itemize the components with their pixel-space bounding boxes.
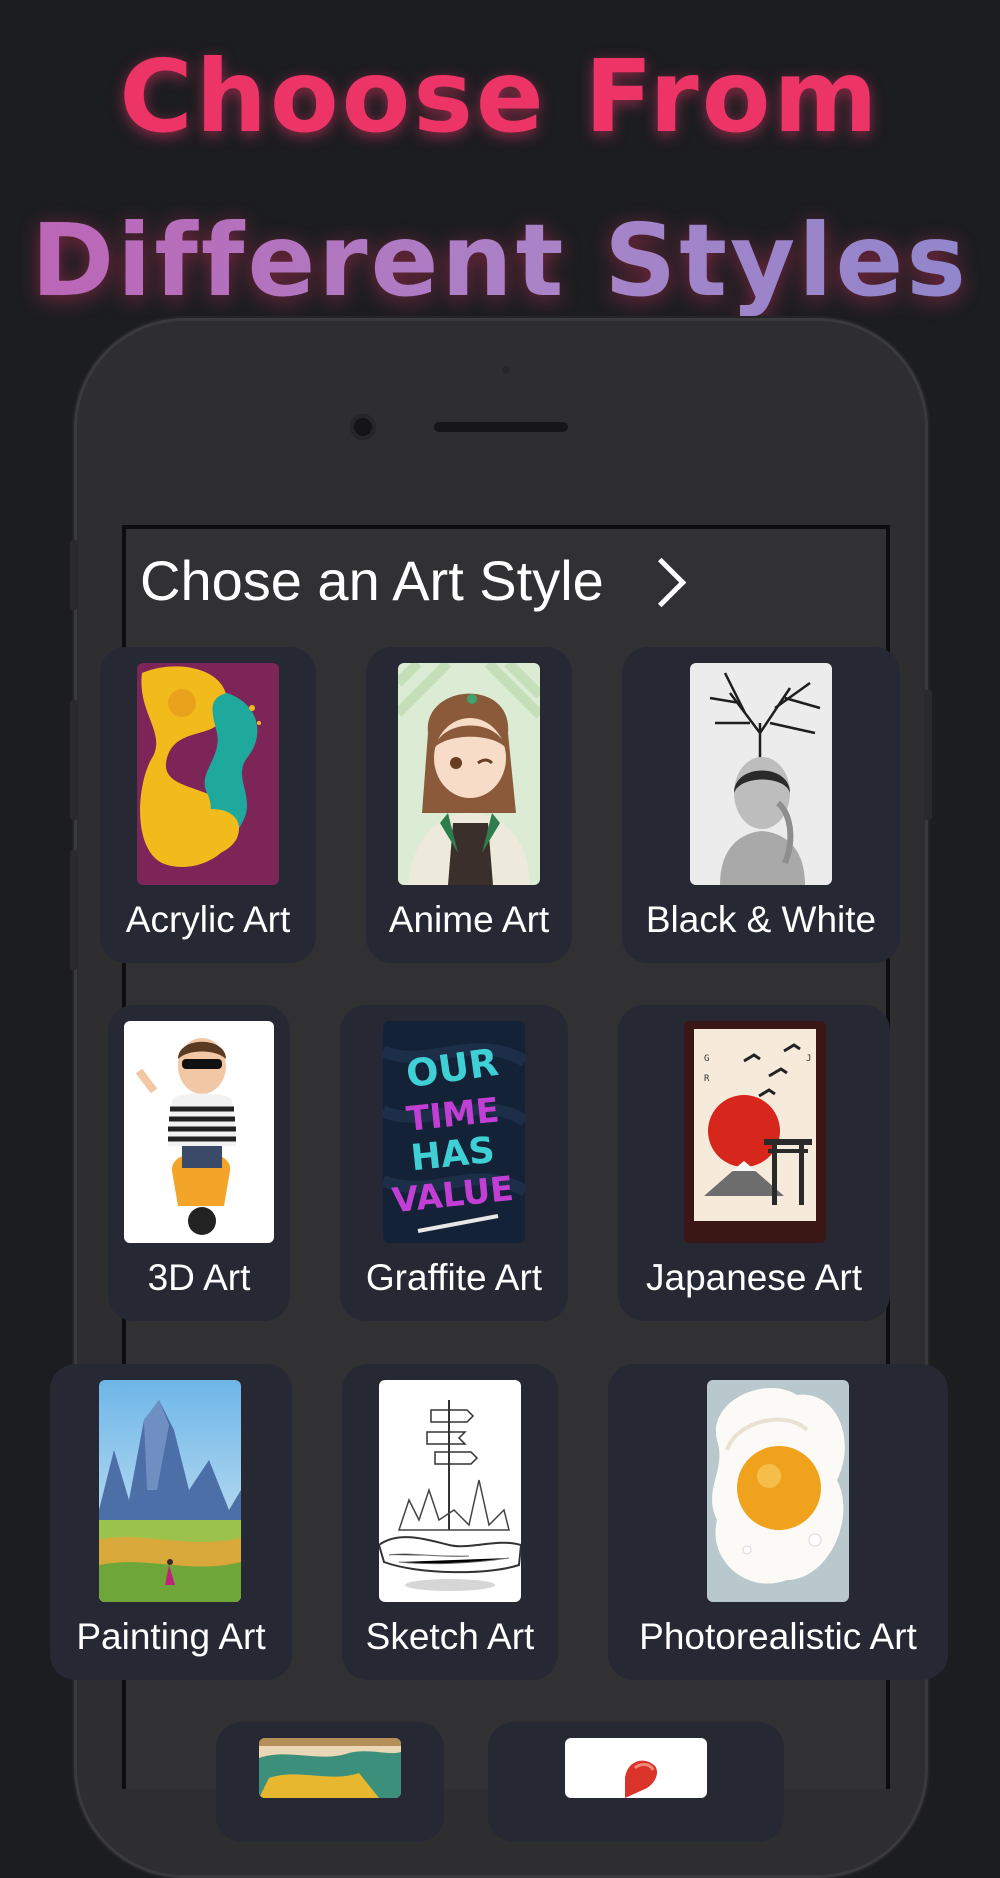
black-white-thumbnail	[690, 663, 832, 885]
acrylic-art-thumbnail	[137, 663, 279, 885]
style-card-3d[interactable]: 3D Art	[108, 1005, 290, 1321]
style-card-anime[interactable]: Anime Art	[366, 647, 572, 963]
sketch-art-thumbnail	[379, 1380, 521, 1602]
art-style-title: Chose an Art Style	[140, 549, 604, 612]
style-card-partial[interactable]	[488, 1722, 784, 1842]
3d-art-thumbnail	[124, 1021, 274, 1243]
anime-art-thumbnail	[398, 663, 540, 885]
style-label: Photorealistic Art	[639, 1616, 917, 1657]
style-label: Graffite Art	[365, 1257, 543, 1298]
photorealistic-art-thumbnail	[707, 1380, 849, 1602]
style-card-japanese[interactable]: G R J Japanese Art	[618, 1005, 890, 1321]
style-thumbnail-partial	[259, 1738, 401, 1798]
style-card-painting[interactable]: Painting Art	[50, 1364, 292, 1680]
japanese-art-thumbnail: G R J	[684, 1021, 826, 1243]
style-card-sketch[interactable]: Sketch Art	[342, 1364, 558, 1680]
headline-line-1: Choose From	[119, 38, 881, 155]
painting-art-thumbnail	[99, 1380, 241, 1602]
style-label: Anime Art	[388, 899, 550, 940]
phone-speaker	[434, 422, 568, 432]
chevron-right-icon[interactable]	[636, 557, 687, 608]
phone-camera	[350, 414, 376, 440]
style-card-black-white[interactable]: Black & White	[622, 647, 900, 963]
style-label: Painting Art	[76, 1616, 266, 1657]
svg-text:J: J	[806, 1054, 811, 1064]
style-card-graffite[interactable]: OUR TIME HAS VALUE Graffite Art	[340, 1005, 568, 1321]
headline-line-2: Different Styles	[0, 202, 1000, 319]
style-label: Acrylic Art	[125, 899, 291, 940]
art-style-header[interactable]: Chose an Art Style	[140, 548, 687, 613]
style-label: Japanese Art	[646, 1257, 862, 1298]
phone-side-button	[70, 700, 78, 820]
style-card-acrylic[interactable]: Acrylic Art	[100, 647, 316, 963]
style-thumbnail-partial	[565, 1738, 707, 1798]
svg-text:R: R	[704, 1074, 710, 1084]
graffite-art-thumbnail: OUR TIME HAS VALUE	[383, 1021, 525, 1243]
phone-sensor	[502, 366, 510, 374]
style-label: 3D Art	[147, 1257, 251, 1298]
phone-side-button	[70, 540, 78, 610]
style-card-partial[interactable]	[216, 1722, 444, 1842]
svg-text:G: G	[704, 1054, 709, 1064]
style-label: Sketch Art	[365, 1616, 535, 1657]
phone-side-button	[70, 850, 78, 970]
phone-side-button	[924, 690, 932, 820]
style-card-photorealistic[interactable]: Photorealistic Art	[608, 1364, 948, 1680]
style-label: Black & White	[645, 899, 877, 940]
